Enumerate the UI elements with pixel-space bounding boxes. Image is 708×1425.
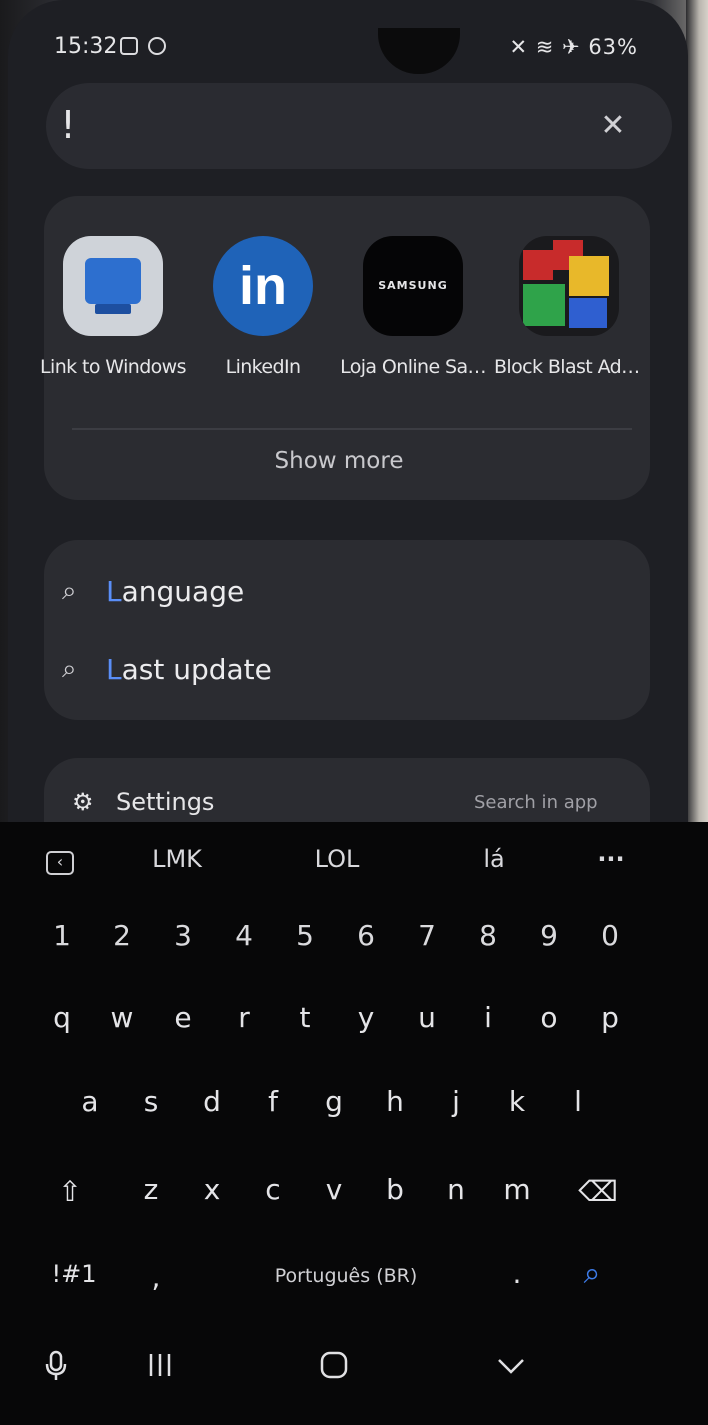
- app-label: Block Blast Adv…: [494, 356, 644, 378]
- show-more-button[interactable]: Show more: [36, 448, 642, 474]
- app-label: LinkedIn: [225, 356, 301, 378]
- key-p[interactable]: p: [584, 986, 636, 1050]
- key-q[interactable]: q: [36, 986, 88, 1050]
- recents-icon[interactable]: [138, 1342, 182, 1390]
- app-block-blast[interactable]: Block Blast Adv…: [494, 230, 644, 378]
- app-notification-icon: [148, 37, 166, 55]
- search-in-app-link[interactable]: Search in app: [474, 792, 598, 813]
- home-icon[interactable]: [314, 1342, 354, 1390]
- key-d[interactable]: d: [186, 1070, 238, 1134]
- key-b[interactable]: b: [369, 1158, 421, 1222]
- key-n[interactable]: n: [430, 1158, 482, 1222]
- search-icon: ⌕: [62, 653, 77, 684]
- status-right-icons: ✕ ≋ ✈ 63%: [509, 35, 638, 59]
- suggestion-highlight: L: [106, 652, 122, 686]
- status-time: 15:32: [54, 34, 118, 59]
- key-9[interactable]: 9: [523, 904, 575, 968]
- block-blast-icon: [519, 236, 619, 336]
- settings-label: Settings: [116, 788, 215, 816]
- key-o[interactable]: o: [523, 986, 575, 1050]
- shift-icon[interactable]: ⇧: [40, 1160, 100, 1224]
- camera-notch: [378, 28, 460, 74]
- key-m[interactable]: m: [491, 1158, 543, 1222]
- suggestion-chip-la[interactable]: lá: [470, 836, 518, 882]
- key-k[interactable]: k: [491, 1070, 543, 1134]
- key-h[interactable]: h: [369, 1070, 421, 1134]
- suggestion-text: anguage: [121, 574, 245, 608]
- suggestion-language[interactable]: ⌕ Language: [62, 556, 244, 626]
- notification-icon: [120, 37, 138, 55]
- suggestion-text: ast update: [121, 652, 272, 686]
- key-8[interactable]: 8: [462, 904, 514, 968]
- key-comma[interactable]: ,: [136, 1250, 176, 1306]
- key-f[interactable]: f: [247, 1070, 299, 1134]
- key-7[interactable]: 7: [401, 904, 453, 968]
- app-samsung-store[interactable]: SAMSUNG Loja Online Sa…: [338, 230, 488, 378]
- key-l[interactable]: l: [552, 1070, 604, 1134]
- suggestion-chip-lmk[interactable]: LMK: [140, 836, 214, 882]
- app-label: Loja Online Sa…: [340, 356, 486, 378]
- key-4[interactable]: 4: [218, 904, 270, 968]
- key-i[interactable]: i: [462, 986, 514, 1050]
- backspace-icon[interactable]: ⌫: [568, 1160, 628, 1224]
- key-u[interactable]: u: [401, 986, 453, 1050]
- key-r[interactable]: r: [218, 986, 270, 1050]
- divider: [72, 428, 632, 430]
- search-field[interactable]: [46, 83, 672, 169]
- search-icon: ⌕: [62, 575, 77, 606]
- link-to-windows-icon: [63, 236, 163, 336]
- key-3[interactable]: 3: [157, 904, 209, 968]
- key-t[interactable]: t: [279, 986, 331, 1050]
- key-e[interactable]: e: [157, 986, 209, 1050]
- microphone-icon[interactable]: [36, 1342, 76, 1390]
- app-link-to-windows[interactable]: Link to Windows: [38, 230, 188, 378]
- keyboard-search-icon[interactable]: ⌕: [566, 1246, 618, 1302]
- key-6[interactable]: 6: [340, 904, 392, 968]
- linkedin-icon: in: [213, 236, 313, 336]
- key-1[interactable]: 1: [36, 904, 88, 968]
- suggestion-highlight: L: [106, 574, 122, 608]
- samsung-store-icon: SAMSUNG: [363, 236, 463, 336]
- symbols-key[interactable]: !#1: [44, 1246, 104, 1302]
- key-0[interactable]: 0: [584, 904, 636, 968]
- clear-search-button[interactable]: ✕: [592, 100, 634, 152]
- key-5[interactable]: 5: [279, 904, 331, 968]
- app-linkedin[interactable]: in LinkedIn: [188, 230, 338, 378]
- key-c[interactable]: c: [247, 1158, 299, 1222]
- key-period[interactable]: .: [500, 1246, 534, 1302]
- keyboard-toolbar-back-icon[interactable]: ‹: [44, 836, 76, 882]
- key-z[interactable]: z: [125, 1158, 177, 1222]
- settings-result[interactable]: ⚙ Settings: [72, 788, 214, 816]
- hide-keyboard-icon[interactable]: [484, 1342, 538, 1390]
- key-y[interactable]: y: [340, 986, 392, 1050]
- gear-icon: ⚙: [72, 788, 94, 816]
- space-key[interactable]: Português (BR): [194, 1252, 498, 1300]
- app-label: Link to Windows: [40, 356, 186, 378]
- key-x[interactable]: x: [186, 1158, 238, 1222]
- key-w[interactable]: w: [96, 986, 148, 1050]
- more-options-icon[interactable]: ···: [586, 836, 636, 882]
- samsung-logo-text: SAMSUNG: [378, 279, 448, 292]
- key-a[interactable]: a: [64, 1070, 116, 1134]
- key-g[interactable]: g: [308, 1070, 360, 1134]
- key-j[interactable]: j: [430, 1070, 482, 1134]
- search-query-text[interactable]: !: [54, 94, 82, 156]
- key-v[interactable]: v: [308, 1158, 360, 1222]
- status-bar: 15:32 ✕ ≋ ✈ 63%: [8, 28, 688, 74]
- suggestion-last-update[interactable]: ⌕ Last update: [62, 634, 272, 704]
- suggestion-chip-lol[interactable]: LOL: [304, 836, 370, 882]
- key-s[interactable]: s: [125, 1070, 177, 1134]
- key-2[interactable]: 2: [96, 904, 148, 968]
